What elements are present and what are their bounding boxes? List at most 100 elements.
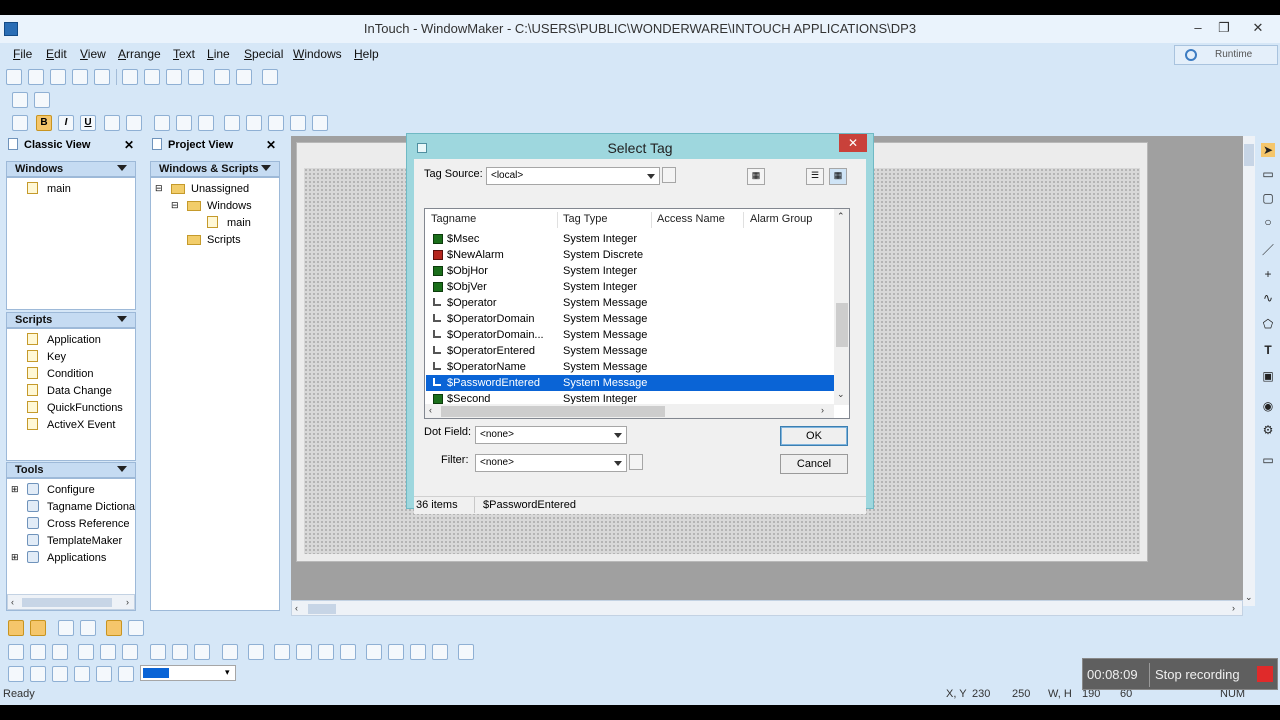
table-row[interactable]: $Operator System Message <box>426 295 834 311</box>
undo-icon[interactable] <box>214 69 230 85</box>
close-window-button[interactable]: ✕ <box>1244 17 1272 39</box>
table-row[interactable]: $OperatorEntered System Message <box>426 343 834 359</box>
align-left-icon[interactable] <box>154 115 170 131</box>
dialog-close-button[interactable]: ✕ <box>839 134 867 152</box>
rotate-icon[interactable] <box>410 644 426 660</box>
button-tool-icon[interactable]: ◉ <box>1261 399 1275 413</box>
table-row[interactable]: $NewAlarm System Discrete <box>426 247 834 263</box>
pencil-icon[interactable] <box>128 620 144 636</box>
ungroup-icon[interactable] <box>194 644 210 660</box>
list-view-icon[interactable]: ▦ <box>829 168 847 185</box>
workspace-horizontal-scrollbar[interactable]: ‹ › <box>291 600 1243 616</box>
menu-arrange[interactable]: Arrange <box>118 47 161 61</box>
new-icon[interactable] <box>6 69 22 85</box>
restore-button[interactable]: ❐ <box>1210 17 1238 39</box>
zoom-selection-icon[interactable] <box>74 666 90 682</box>
scroll-left-icon[interactable]: ‹ <box>11 597 14 607</box>
table-row[interactable]: $OperatorDomain... System Message <box>426 327 834 343</box>
collapse-icon[interactable]: ⊟ <box>155 183 163 194</box>
line-color-icon[interactable] <box>312 115 328 131</box>
save-all-icon[interactable] <box>94 69 110 85</box>
text-color-icon[interactable] <box>268 115 284 131</box>
scroll-left-icon[interactable]: ‹ <box>295 603 298 613</box>
tag-list-horizontal-scrollbar[interactable]: ‹ › <box>425 404 834 418</box>
scroll-down-icon[interactable]: ⌄ <box>1245 592 1253 603</box>
scroll-right-icon[interactable]: › <box>821 405 824 415</box>
ellipse-tool-icon[interactable]: ○ <box>1261 215 1275 229</box>
pan-hand-icon[interactable] <box>118 666 134 682</box>
details-view-icon[interactable]: ☰ <box>806 168 824 185</box>
zoom-fit-icon[interactable] <box>52 666 68 682</box>
table-row[interactable]: $OperatorDomain System Message <box>426 311 834 327</box>
arrange-icon[interactable] <box>8 644 24 660</box>
workspace-vertical-scrollbar[interactable]: ⌄ <box>1243 136 1255 606</box>
window-color-icon[interactable] <box>290 115 306 131</box>
scroll-thumb[interactable] <box>22 598 112 607</box>
column-tagname[interactable]: Tagname <box>431 213 476 225</box>
group-icon[interactable] <box>172 644 188 660</box>
polygon-tool-icon[interactable]: ⬠ <box>1261 317 1275 331</box>
reduce-font-icon[interactable] <box>126 115 142 131</box>
duplicate-icon[interactable] <box>262 69 278 85</box>
menu-windows[interactable]: Windows <box>293 47 342 61</box>
scroll-right-icon[interactable]: › <box>126 597 129 607</box>
paste-symbol-tool-icon[interactable]: ▭ <box>1261 453 1275 467</box>
windows-section-header[interactable]: Windows <box>6 161 136 177</box>
align-right-icon[interactable] <box>198 115 214 131</box>
column-access-name[interactable]: Access Name <box>657 213 725 225</box>
grid-icon[interactable] <box>34 92 50 108</box>
scroll-thumb[interactable] <box>836 303 848 347</box>
column-tag-type[interactable]: Tag Type <box>563 213 607 225</box>
align-icon[interactable] <box>318 644 334 660</box>
align-icon[interactable] <box>274 644 290 660</box>
open-icon[interactable] <box>28 69 44 85</box>
font-icon[interactable] <box>12 115 28 131</box>
hv-line-tool-icon[interactable]: + <box>1261 267 1275 281</box>
paste-icon[interactable] <box>188 69 204 85</box>
close-doc-icon[interactable] <box>50 69 66 85</box>
rectangle-tool-icon[interactable]: ▭ <box>1261 167 1275 181</box>
flip-icon[interactable] <box>432 644 448 660</box>
zoom-level-select[interactable]: ▾ <box>140 665 236 681</box>
redo-icon[interactable] <box>236 69 252 85</box>
arrange-icon[interactable] <box>150 644 166 660</box>
table-row[interactable]: $OperatorName System Message <box>426 359 834 375</box>
polyline-tool-icon[interactable]: ∿ <box>1261 291 1275 305</box>
scroll-thumb[interactable] <box>308 604 336 614</box>
zoom-out-icon[interactable] <box>30 666 46 682</box>
collapse-icon[interactable]: ⊟ <box>171 200 179 211</box>
tag-list-vertical-scrollbar[interactable]: ⌃ ⌄ <box>834 209 849 405</box>
ok-button[interactable]: OK <box>780 426 848 446</box>
expand-icon[interactable]: ⊞ <box>11 484 19 495</box>
scripts-section-header[interactable]: Scripts <box>6 312 136 328</box>
scroll-down-icon[interactable]: ⌄ <box>837 389 845 400</box>
table-row[interactable]: $ObjVer System Integer <box>426 279 834 295</box>
tag-source-select[interactable]: <local> <box>486 167 660 185</box>
scroll-up-icon[interactable]: ⌃ <box>837 211 845 222</box>
arrange-icon[interactable] <box>78 644 94 660</box>
dot-field-select[interactable]: <none> <box>475 426 627 444</box>
bold-button[interactable]: B <box>36 115 52 131</box>
align-icon[interactable] <box>296 644 312 660</box>
select-icon[interactable] <box>122 69 138 85</box>
minimize-button[interactable]: – <box>1184 17 1212 39</box>
rounded-rectangle-tool-icon[interactable]: ▢ <box>1261 191 1275 205</box>
stop-recording-label[interactable]: Stop recording <box>1155 667 1240 682</box>
stop-icon[interactable] <box>1257 666 1273 682</box>
space-icon[interactable] <box>388 644 404 660</box>
project-view-toggle-icon[interactable] <box>30 620 46 636</box>
filter-select[interactable]: <none> <box>475 454 627 472</box>
scroll-right-icon[interactable]: › <box>1232 603 1235 613</box>
table-row[interactable]: $ObjHor System Integer <box>426 263 834 279</box>
tools-horizontal-scrollbar[interactable]: ‹ › <box>7 594 135 610</box>
italic-button[interactable]: I <box>58 115 74 131</box>
tools-section-header[interactable]: Tools <box>6 462 136 478</box>
save-icon[interactable] <box>72 69 88 85</box>
scroll-thumb[interactable] <box>1244 144 1254 166</box>
arrange-icon[interactable] <box>52 644 68 660</box>
menu-help[interactable]: Help <box>354 47 379 61</box>
underline-button[interactable]: U <box>80 115 96 131</box>
enlarge-font-icon[interactable] <box>104 115 120 131</box>
table-row[interactable]: $Msec System Integer <box>426 231 834 247</box>
align-icon[interactable] <box>340 644 356 660</box>
